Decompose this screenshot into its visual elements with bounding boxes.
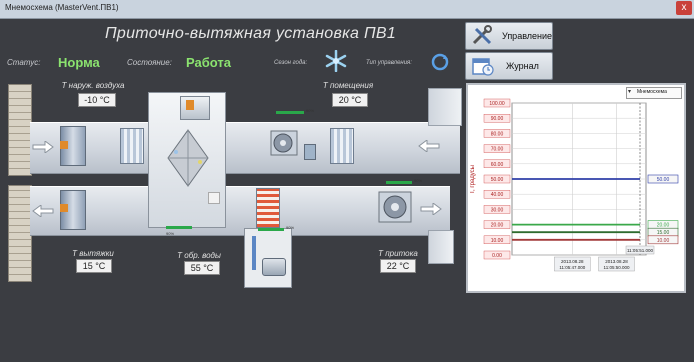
recuperator-indicator: 90% [166, 226, 192, 236]
bypass-damper-icon [180, 96, 210, 120]
supply-fan-indicator: 90% [386, 178, 422, 184]
chart-cursor-time: 11:05:51.000 [627, 248, 653, 253]
tools-icon [470, 25, 496, 47]
chart-plot: 100.00 90.00 80.00 70.00 60.00 50.00 40.00 30.0… [483, 98, 679, 272]
chart-ytick-label: 60.00 [491, 162, 504, 168]
calendar-icon [472, 56, 494, 76]
outdoor-temp-label: T наруж. воздуха [61, 81, 125, 90]
window-titlebar: Мнемосхема (MasterVent.ПВ1) x [0, 0, 694, 19]
chart-ytick-label: 10.00 [491, 238, 504, 244]
chart-series-value: 50.00 [657, 177, 670, 183]
status-value: Норма [58, 55, 100, 70]
exhaust-fan-icon [270, 128, 300, 158]
outdoor-temp-value: -10 °C [78, 93, 116, 107]
chart-xtick-label: 2013.08.28 [605, 259, 628, 264]
chart-ytick-label: 0.00 [492, 253, 502, 259]
bypass-actuator-icon [186, 100, 194, 110]
chart-series-value: 15.00 [657, 230, 670, 236]
return-water-temp-value: 55 °C [184, 261, 220, 275]
filter-icon [120, 128, 144, 164]
chart-ytick-label: 30.00 [491, 207, 504, 213]
status-label: Статус: [7, 58, 41, 67]
chart-xtick-label: 11:05:50.000 [604, 265, 630, 270]
supply-temp-value: 22 °C [380, 259, 416, 273]
journal-button[interactable]: Журнал [465, 52, 553, 80]
duct-elbow-bottom [428, 230, 454, 264]
chart-ytick-label: 80.00 [491, 131, 504, 137]
wall-left-lower [8, 185, 32, 282]
control-button[interactable]: Управление [465, 22, 553, 50]
chart-ytick-label: 90.00 [491, 116, 504, 122]
snowflake-icon [323, 49, 349, 73]
exhaust-temp-value: 15 °C [76, 259, 112, 273]
pipe-icon [252, 236, 256, 270]
pump-icon [262, 258, 286, 276]
journal-button-label: Журнал [506, 61, 539, 71]
chart-xtick-label: 2013.08.28 [561, 259, 584, 264]
damper-actuator-icon [60, 141, 68, 149]
heat-exchanger-icon [166, 128, 210, 193]
control-button-label: Управление [502, 31, 553, 41]
damper-actuator-icon [60, 204, 68, 212]
chart-series-value: 20.00 [657, 223, 670, 229]
close-button[interactable]: x [676, 1, 692, 15]
return-water-temp-label: T обр. воды [177, 251, 221, 260]
room-temp-value: 20 °C [332, 93, 368, 107]
supply-temp-label: T притока [378, 249, 418, 258]
room-temp-label: T помещения [322, 81, 374, 90]
chart-ytick-label: 40.00 [491, 192, 504, 198]
state-label: Состояние: [127, 58, 172, 67]
wall-left-upper [8, 84, 32, 176]
trend-chart[interactable]: ▾ Мнемосхема T, градусы 100.00 90.00 80.00… [466, 83, 686, 293]
heater-icon [256, 188, 280, 228]
chart-series-value: 10.00 [657, 238, 670, 244]
chart-ytick-label: 70.00 [491, 147, 504, 153]
chart-ytick-label: 100.00 [489, 101, 505, 107]
page-title: Приточно-вытяжная установка ПВ1 [105, 25, 397, 42]
arrow-left-icon [32, 204, 54, 222]
fan-motor-icon [304, 144, 316, 160]
chart-ytick-label: 50.00 [491, 177, 504, 183]
arrow-right-icon [420, 202, 442, 220]
control-type-label: Тип управления: [366, 60, 412, 66]
sensor-icon [208, 192, 220, 204]
valve-indicator: 90% [258, 225, 294, 231]
arrow-right-icon [32, 140, 54, 158]
exhaust-duct [30, 122, 460, 174]
state-value: Работа [186, 55, 231, 70]
exhaust-temp-label: T вытяжки [72, 249, 114, 258]
arrow-left-icon [418, 139, 440, 157]
season-label: Сезон года: [274, 60, 308, 66]
supply-fan-icon [378, 190, 414, 224]
filter-icon [330, 128, 354, 164]
exhaust-fan-indicator: 90% [276, 108, 314, 114]
duct-elbow-top [428, 88, 462, 126]
chart-ytick-label: 20.00 [491, 223, 504, 229]
refresh-icon [430, 52, 450, 72]
window-title: Мнемосхема (MasterVent.ПВ1) [5, 3, 119, 12]
chart-xtick-label: 11:05:47.000 [559, 265, 585, 270]
